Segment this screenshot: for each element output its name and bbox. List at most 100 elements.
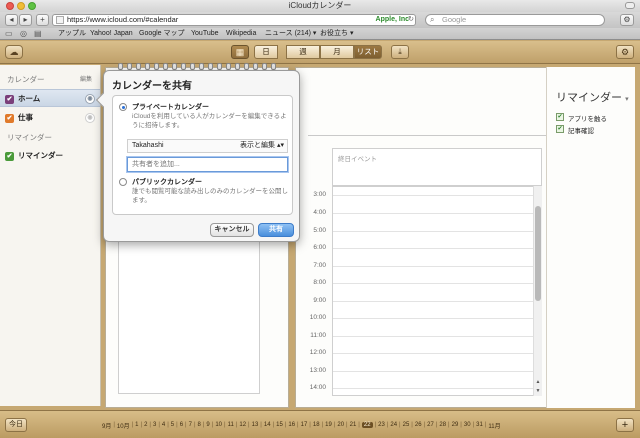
timeline-date[interactable]: 29 xyxy=(452,422,459,428)
bookmark-item[interactable]: Yahoo! Japan xyxy=(90,28,133,39)
sidebar-item-work[interactable]: ✔ 仕事 ◉ xyxy=(0,109,100,127)
today-button[interactable]: 今日 xyxy=(5,418,27,432)
checkbox-icon[interactable]: ✔ xyxy=(5,95,14,104)
timeline-date[interactable]: 4 xyxy=(162,422,165,428)
close-window-icon[interactable] xyxy=(6,2,14,10)
bookmark-item[interactable]: アップル xyxy=(58,28,86,39)
timeline-separator: | xyxy=(113,422,115,428)
timeline-date[interactable]: 23 xyxy=(378,422,385,428)
timeline-date[interactable]: 16 xyxy=(288,422,295,428)
timeline-date[interactable]: 11 xyxy=(228,422,234,428)
timeline-date[interactable]: 19 xyxy=(325,422,332,428)
timeline-date[interactable]: 1 xyxy=(135,422,138,428)
time-grid-scrollbar[interactable]: ▲ ▼ xyxy=(533,186,542,396)
view-week-tab[interactable]: 週 xyxy=(286,45,320,59)
bookmark-item[interactable]: Wikipedia xyxy=(226,28,256,39)
view-list-tab[interactable]: リスト xyxy=(354,45,382,59)
timeline-date[interactable]: 5 xyxy=(171,422,174,428)
sidebar-item-reminders[interactable]: ✔ リマインダー xyxy=(0,147,100,165)
bookmark-item[interactable]: ニュース (214) ▾ xyxy=(265,28,316,39)
timeline-date[interactable]: 9 xyxy=(206,422,209,428)
bookmarks-icon[interactable]: ▤ xyxy=(34,28,42,39)
share-button[interactable]: 共有 xyxy=(258,223,294,237)
timeline-date[interactable]: 8 xyxy=(198,422,201,428)
refresh-icon[interactable]: ↻ xyxy=(408,15,414,25)
timeline-date[interactable]: 15 xyxy=(276,422,283,428)
back-button[interactable]: ◂ xyxy=(5,14,18,26)
timeline-date[interactable]: 12 xyxy=(239,422,246,428)
shared-person-row[interactable]: Takahashi 表示と編集 ▴▾ xyxy=(127,139,288,153)
timeline-date[interactable]: 20 xyxy=(337,422,344,428)
view-month-tab[interactable]: 月 xyxy=(320,45,354,59)
timeline-date[interactable]: 9月 xyxy=(102,421,111,430)
timeline-date[interactable]: 10月 xyxy=(117,421,130,430)
reminder-item[interactable]: ✔ アプリを触る xyxy=(556,113,607,123)
address-bar[interactable]: https://www.icloud.com/#calendar Apple, … xyxy=(52,14,416,26)
timeline-date[interactable]: 21 xyxy=(350,422,357,428)
timeline-date[interactable]: 25 xyxy=(403,422,410,428)
private-calendar-label[interactable]: プライベートカレンダー xyxy=(132,102,209,112)
share-calendar-icon[interactable]: ◉ xyxy=(85,94,95,104)
icloud-home-icon[interactable]: ☁ xyxy=(5,45,23,59)
scroll-thumb[interactable] xyxy=(535,206,541,301)
checkbox-icon[interactable]: ✔ xyxy=(5,114,14,123)
bookmark-item[interactable]: YouTube xyxy=(191,28,219,39)
timeline-date[interactable]: 28 xyxy=(439,422,446,428)
browser-settings-icon[interactable]: ⚙ xyxy=(620,14,634,26)
timeline-date[interactable]: 22 xyxy=(361,422,373,428)
sidebar-toggle-icon[interactable]: ▭ xyxy=(5,28,13,39)
download-icon[interactable]: ⤓ xyxy=(391,45,409,59)
public-calendar-label[interactable]: パブリックカレンダー xyxy=(132,177,202,187)
add-event-button[interactable]: + xyxy=(616,418,634,432)
timeline-date[interactable]: 24 xyxy=(390,422,397,428)
bookmark-item[interactable]: お役立ち ▾ xyxy=(320,28,353,39)
edit-button[interactable]: 編集 xyxy=(80,74,92,83)
checkbox-icon[interactable]: ✔ xyxy=(556,113,564,121)
timeline-date[interactable]: 17 xyxy=(301,422,308,428)
view-day-tab[interactable]: 日 xyxy=(254,45,278,59)
bookmark-item[interactable]: Google マップ xyxy=(139,28,185,39)
add-sharer-input[interactable] xyxy=(127,157,288,172)
timeline-date[interactable]: 13 xyxy=(252,422,259,428)
scroll-down-icon[interactable]: ▼ xyxy=(534,387,542,395)
timeline-date[interactable]: 26 xyxy=(415,422,422,428)
timeline-date[interactable]: 6 xyxy=(180,422,183,428)
settings-gear-icon[interactable]: ⚙ xyxy=(616,45,634,59)
reading-list-icon[interactable]: ◎ xyxy=(20,28,27,39)
reminders-title[interactable]: リマインダー ▾ xyxy=(556,89,629,105)
timeline-date[interactable]: 3 xyxy=(153,422,156,428)
calendar-sidebar: カレンダー 編集 ✔ ホーム ◉ ✔ 仕事 ◉ リマインダー ✔ リマインダー xyxy=(0,65,101,406)
search-field[interactable]: ⌕ Google xyxy=(425,14,605,26)
public-calendar-radio[interactable] xyxy=(119,178,127,186)
timeline-date[interactable]: 10 xyxy=(215,422,222,428)
chevron-down-icon: ▾ xyxy=(625,96,629,103)
timeline-separator: | xyxy=(158,422,160,428)
minimize-window-icon[interactable] xyxy=(17,2,25,10)
zoom-window-icon[interactable] xyxy=(28,2,36,10)
forward-button[interactable]: ▸ xyxy=(19,14,32,26)
share-calendar-icon[interactable]: ◉ xyxy=(85,113,95,123)
timeline-date[interactable]: 27 xyxy=(427,422,434,428)
permission-select[interactable]: 表示と編集 ▴▾ xyxy=(240,140,284,152)
scroll-up-icon[interactable]: ▲ xyxy=(534,378,542,386)
timeline-date[interactable]: 18 xyxy=(313,422,320,428)
calendar-list-icon[interactable]: ▦ xyxy=(231,45,249,59)
all-day-events[interactable]: 終日イベント xyxy=(332,148,542,186)
toolbar-toggle-icon[interactable] xyxy=(625,2,635,9)
private-calendar-radio[interactable] xyxy=(119,103,127,111)
timeline-date[interactable]: 14 xyxy=(264,422,271,428)
hour-label: 12:00 xyxy=(309,349,326,356)
reminder-item[interactable]: ✔ 記事確認 xyxy=(556,125,594,135)
timeline-date[interactable]: 7 xyxy=(189,422,192,428)
timeline-date[interactable]: 31 xyxy=(476,422,483,428)
timeline-date[interactable]: 30 xyxy=(464,422,471,428)
checkbox-icon[interactable]: ✔ xyxy=(5,152,14,161)
time-grid[interactable] xyxy=(332,186,542,396)
new-tab-button[interactable]: + xyxy=(36,14,49,26)
timeline-date[interactable]: 11月 xyxy=(488,421,500,430)
timeline-date[interactable]: 2 xyxy=(144,422,147,428)
date-timeline[interactable]: 9月 | 10月 | 1 | 2 | 3 | 4 | 5 | 6 | 7 | 8 | 9 | 10 | 11 | 12 | 13 | 14 |… xyxy=(100,418,540,432)
cancel-button[interactable]: キャンセル xyxy=(210,223,254,237)
checkbox-icon[interactable]: ✔ xyxy=(556,125,564,133)
sidebar-item-home[interactable]: ✔ ホーム ◉ xyxy=(0,89,100,107)
